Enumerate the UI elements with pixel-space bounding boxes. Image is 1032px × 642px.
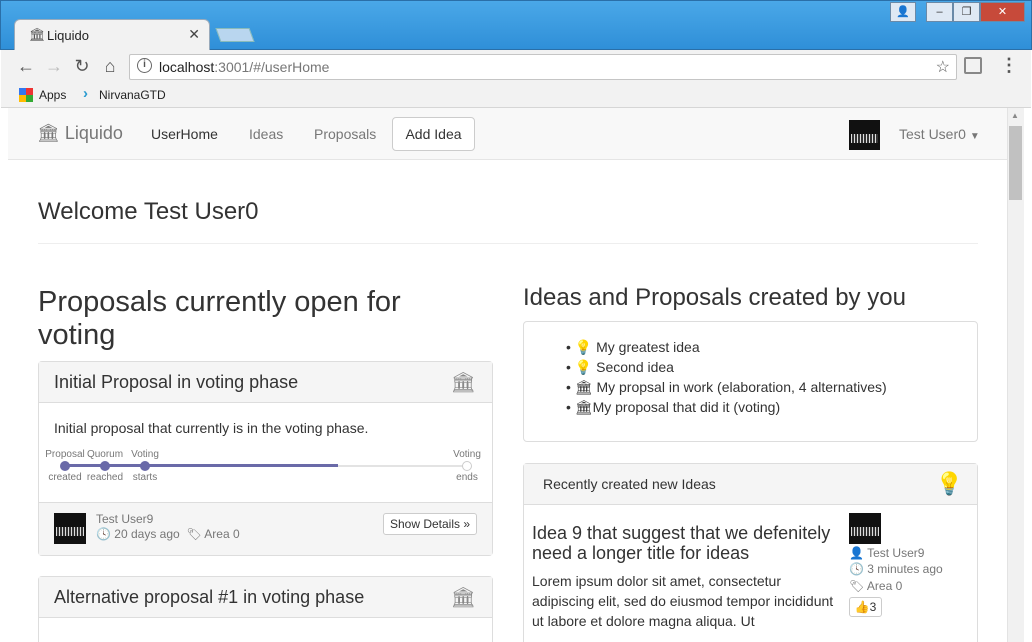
bookmark-star-icon[interactable]: ☆ [936,57,950,77]
timeline-dot-voting-starts [140,461,150,471]
recent-ideas-header: Recently created new Ideas [543,476,716,492]
page-title: Welcome Test User0 [38,198,259,225]
idea-author[interactable]: Test User9 [867,546,924,560]
proposal-title[interactable]: Initial Proposal in voting phase [54,372,298,393]
nav-proposals[interactable]: Proposals [314,126,376,142]
proposal-area: Area 0 [204,527,240,541]
maximize-button[interactable]: ❐ [953,2,980,22]
lightbulb-icon: 💡 [935,471,963,496]
tab-title: Liquido [47,28,89,43]
idea-age: 3 minutes ago [867,562,943,576]
timeline-label-bottom: reached [86,472,124,483]
lightbulb-icon: 💡 [574,339,593,355]
proposal-age: 20 days ago [114,527,180,541]
nav-userhome[interactable]: UserHome [151,126,218,142]
nav-ideas[interactable]: Ideas [249,126,283,142]
nirvana-icon: › [83,85,88,102]
my-ideas-heading: Ideas and Proposals created by you [523,284,906,311]
list-item[interactable]: • 🏛 My propsal in work (elaboration, 4 a… [566,377,887,397]
scrollbar-thumb[interactable] [1009,126,1022,200]
apps-grid-icon [19,88,33,102]
close-window-button[interactable]: ✕ [980,2,1025,22]
proposal-title[interactable]: Alternative proposal #1 in voting phase [54,587,364,608]
bookmarks-bar: Apps › NirvanaGTD [1,84,1031,108]
scroll-up-icon[interactable]: ▲ [1011,111,1019,120]
bank-icon: 🏛 [574,399,593,415]
bank-icon: 🏛 [37,123,60,143]
close-tab-icon[interactable]: ✕ [188,26,200,43]
bank-icon: 🏛 [29,27,46,42]
home-icon[interactable]: ⌂ [98,56,122,77]
avatar [849,513,881,544]
list-item[interactable]: • 💡 My greatest idea [566,337,887,357]
timeline-label-bottom: starts [132,472,158,483]
tag-icon: 🏷 [849,579,865,593]
bank-icon: 🏛 [574,379,593,395]
user-profile-button[interactable]: 👤 [890,2,916,22]
clock-icon: 🕓 [96,527,111,541]
show-details-button[interactable]: Show Details » [383,513,477,535]
back-arrow-icon[interactable]: ← [14,56,38,77]
user-name: Test User0 [899,126,966,142]
timeline-dot-voting-ends [462,461,472,471]
timeline-label-top: Voting [453,449,481,460]
brand[interactable]: 🏛 Liquido [37,123,123,144]
timeline-label-bottom: created [48,472,82,483]
open-proposals-heading: Proposals currently open for voting [38,286,401,351]
idea-title[interactable]: Idea 9 that suggest that we defenitely n… [532,523,837,563]
author-name[interactable]: Test User9 [96,512,153,526]
info-icon[interactable]: i [137,58,152,73]
divider [38,243,978,244]
timeline-label-bottom: ends [456,472,478,483]
thumbs-up-icon: 👍 [854,600,870,614]
reload-icon[interactable]: ↻ [70,56,94,77]
proposal-description: Initial proposal that currently is in th… [54,420,369,436]
bookmark-nirvanagtd[interactable]: NirvanaGTD [99,88,166,102]
proposal-card: Initial Proposal in voting phase 🏛 Initi… [38,361,493,556]
bank-icon: 🏛 [450,587,476,609]
list-item[interactable]: • 🏛My proposal that did it (voting) [566,397,887,417]
avatar [849,120,880,150]
add-idea-button[interactable]: Add Idea [392,117,475,151]
avatar [54,513,86,544]
menu-dots-icon[interactable]: ⋮ [1000,55,1018,76]
address-bar[interactable]: i localhost:3001/#/userHome ☆ [129,54,957,80]
user-icon: 👤 [849,546,864,560]
list-item[interactable]: • 💡 Second idea [566,357,887,377]
new-tab-button[interactable] [215,28,255,42]
like-button[interactable]: 👍3 [849,597,882,617]
timeline-label-top: Quorum [86,449,124,460]
extension-icon[interactable] [964,57,982,74]
proposal-card: Alternative proposal #1 in voting phase … [38,576,493,642]
forward-arrow-icon[interactable]: → [42,56,66,77]
lightbulb-icon: 💡 [574,359,593,375]
timeline-dot-created [60,461,70,471]
like-count: 3 [869,600,877,614]
idea-text: Lorem ipsum dolor sit amet, consectetur … [532,573,834,629]
timeline-dot-quorum [100,461,110,471]
tag-icon: 🏷 [186,527,202,541]
caret-down-icon: ▼ [969,131,980,142]
my-ideas-list: • 💡 My greatest idea • 💡 Second idea • 🏛… [566,337,887,417]
bookmark-apps[interactable]: Apps [39,88,66,102]
minimize-button[interactable]: ‒ [926,2,953,22]
timeline-label-top: Voting [131,449,159,460]
bank-icon: 🏛 [450,372,476,394]
timeline-label-top: Proposal [45,449,85,460]
clock-icon: 🕓 [849,562,864,576]
url-text: localhost:3001/#/userHome [159,59,330,75]
idea-area: Area 0 [866,579,903,593]
my-ideas-panel: • 💡 My greatest idea • 💡 Second idea • 🏛… [523,321,978,442]
brand-label: Liquido [64,123,123,143]
user-dropdown[interactable]: Test User0 ▼ [899,126,980,142]
browser-tab[interactable]: 🏛 Liquido ✕ [14,19,210,50]
recent-ideas-panel: Recently created new Ideas 💡 Idea 9 that… [523,463,978,642]
